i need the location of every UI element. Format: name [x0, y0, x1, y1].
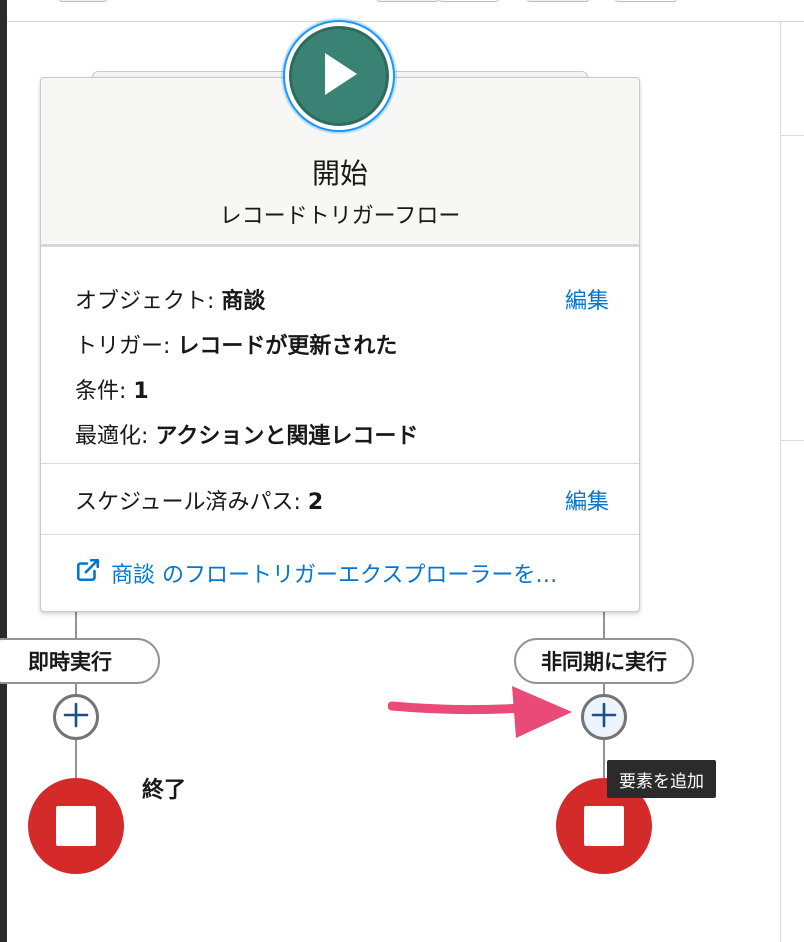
trigger-row: トリガー: レコードが更新された	[75, 328, 397, 360]
scheduled-paths-row: スケジュール済みパス: 2	[75, 484, 323, 516]
plus-icon	[63, 702, 89, 732]
explorer-section: 商談 のフロートリガーエクスプローラーを…	[41, 535, 639, 611]
path-label-immediate[interactable]: 即時実行	[0, 638, 160, 684]
annotation-arrow-icon	[387, 680, 578, 746]
end-label: 終了	[142, 778, 187, 803]
start-node[interactable]	[283, 20, 395, 132]
object-label: オブジェクト:	[75, 289, 215, 314]
right-panel-edge	[780, 22, 804, 942]
add-element-button-async[interactable]	[581, 694, 627, 740]
trigger-details-section: オブジェクト: 商談 編集 トリガー: レコードが更新された 条件: 1 最適化…	[41, 247, 639, 464]
connector-line	[603, 740, 605, 780]
external-link-icon	[75, 557, 101, 589]
connector-line	[603, 612, 605, 638]
object-value: 商談	[221, 289, 266, 314]
scheduled-paths-value: 2	[307, 490, 324, 515]
condition-label: 条件:	[75, 379, 127, 404]
toolbar-button[interactable]	[527, 0, 589, 2]
flow-canvas[interactable]: 開始 レコードトリガーフロー オブジェクト: 商談 編集 トリガー: レコードが…	[0, 0, 804, 942]
start-node-inner	[289, 26, 389, 126]
trigger-explorer-link[interactable]: 商談 のフロートリガーエクスプローラーを…	[75, 557, 557, 589]
window-edge	[0, 0, 7, 942]
edit-trigger-link[interactable]: 編集	[565, 283, 609, 315]
connector-line	[75, 740, 77, 780]
optimize-value: アクションと関連レコード	[155, 424, 419, 449]
object-row: オブジェクト: 商談	[75, 283, 265, 315]
toolbar-button[interactable]	[377, 0, 439, 2]
toolbar-remnant	[7, 0, 804, 22]
scheduled-paths-label: スケジュール済みパス:	[75, 490, 301, 515]
scheduled-paths-section: スケジュール済みパス: 2 編集	[41, 464, 639, 535]
connector-line	[75, 684, 77, 694]
add-element-tooltip: 要素を追加	[607, 760, 716, 798]
path-label-async[interactable]: 非同期に実行	[514, 638, 694, 684]
optimize-label: 最適化:	[75, 424, 149, 449]
stop-icon	[56, 806, 96, 846]
optimize-row: 最適化: アクションと関連レコード	[75, 418, 418, 450]
start-subtitle: レコードトリガーフロー	[219, 204, 461, 229]
connector-line	[603, 684, 605, 694]
trigger-label: トリガー:	[75, 334, 171, 359]
add-element-button-immediate[interactable]	[53, 694, 99, 740]
trigger-value: レコードが更新された	[177, 334, 398, 359]
edit-scheduled-paths-link[interactable]: 編集	[565, 484, 609, 516]
play-icon	[319, 51, 359, 101]
plus-icon	[591, 702, 617, 732]
end-node-immediate[interactable]	[28, 778, 124, 874]
connector-line	[75, 612, 77, 638]
trigger-explorer-text: 商談 のフロートリガーエクスプローラーを…	[111, 563, 558, 588]
toolbar-button[interactable]	[439, 0, 499, 2]
toolbar-button[interactable]	[59, 0, 107, 2]
start-element-card[interactable]: 開始 レコードトリガーフロー オブジェクト: 商談 編集 トリガー: レコードが…	[40, 77, 640, 612]
condition-row: 条件: 1	[75, 373, 149, 405]
stop-icon	[584, 806, 624, 846]
toolbar-button[interactable]	[615, 0, 677, 2]
condition-value: 1	[133, 379, 149, 404]
